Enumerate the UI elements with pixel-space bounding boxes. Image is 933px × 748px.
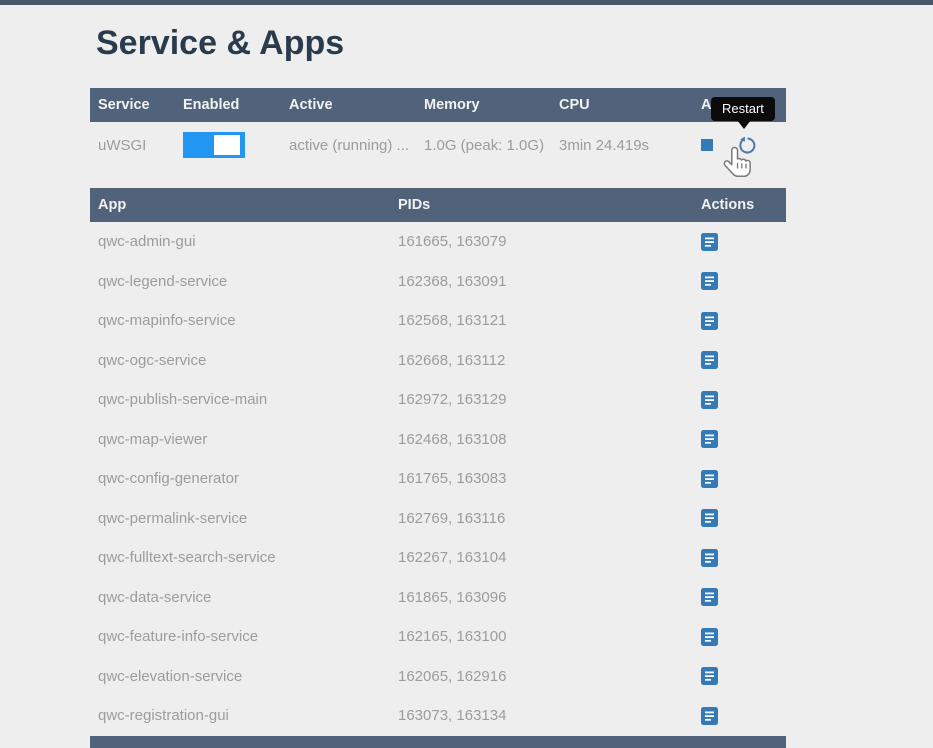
- logs-icon[interactable]: [701, 430, 718, 448]
- logs-icon[interactable]: [701, 272, 718, 290]
- pids-value: 162165, 163100: [398, 628, 694, 645]
- col-header-cpu: CPU: [559, 97, 694, 113]
- app-actions-cell: [694, 588, 786, 606]
- pids-value: 161865, 163096: [398, 589, 694, 606]
- app-name: qwc-registration-gui: [90, 707, 398, 724]
- app-name: qwc-map-viewer: [90, 431, 398, 448]
- pids-value: 162668, 163112: [398, 352, 694, 369]
- cursor-pointer: [723, 144, 754, 184]
- service-table-header: Service Enabled Active Memory CPU Action…: [90, 88, 786, 122]
- app-name: qwc-publish-service-main: [90, 391, 398, 408]
- app-name: qwc-data-service: [90, 589, 398, 606]
- pids-value: 162568, 163121: [398, 312, 694, 329]
- app-name: qwc-fulltext-search-service: [90, 549, 398, 566]
- pids-value: 162065, 162916: [398, 668, 694, 685]
- stop-icon[interactable]: [701, 139, 713, 151]
- pids-value: 161665, 163079: [398, 233, 694, 250]
- next-table-header-partial: [90, 736, 786, 748]
- service-row-uwsgi: uWSGI active (running) ... 1.0G (peak: 1…: [90, 122, 786, 168]
- app-name: qwc-legend-service: [90, 273, 398, 290]
- memory-value: 1.0G (peak: 1.0G): [424, 137, 559, 154]
- app-actions-cell: [694, 509, 786, 527]
- pids-value: 163073, 163134: [398, 707, 694, 724]
- page-title: Service & Apps: [96, 23, 933, 63]
- app-actions-cell: [694, 707, 786, 725]
- app-actions-cell: [694, 391, 786, 409]
- tooltip-restart: Restart: [711, 97, 775, 121]
- app-name: qwc-admin-gui: [90, 233, 398, 250]
- col-header-app-actions: Actions: [694, 197, 786, 213]
- table-row: qwc-config-generator 161765, 163083: [90, 459, 786, 499]
- logs-icon[interactable]: [701, 588, 718, 606]
- cpu-value: 3min 24.419s: [559, 137, 694, 154]
- logs-icon[interactable]: [701, 667, 718, 685]
- app-actions-cell: [694, 272, 786, 290]
- pids-value: 162972, 163129: [398, 391, 694, 408]
- app-table-header: App PIDs Actions: [90, 188, 786, 222]
- col-header-pids: PIDs: [398, 197, 694, 213]
- logs-icon[interactable]: [701, 233, 718, 251]
- logs-icon[interactable]: [701, 351, 718, 369]
- content-area: Service Enabled Active Memory CPU Action…: [90, 88, 786, 748]
- app-name: qwc-ogc-service: [90, 352, 398, 369]
- table-row: qwc-publish-service-main 162972, 163129: [90, 380, 786, 420]
- top-accent-bar: [0, 0, 933, 5]
- logs-icon[interactable]: [701, 312, 718, 330]
- app-actions-cell: [694, 549, 786, 567]
- enabled-toggle[interactable]: [183, 132, 245, 158]
- table-row: qwc-admin-gui 161665, 163079: [90, 222, 786, 262]
- table-row: qwc-data-service 161865, 163096: [90, 578, 786, 618]
- table-row: qwc-map-viewer 162468, 163108: [90, 420, 786, 460]
- app-actions-cell: [694, 233, 786, 251]
- app-actions-cell: [694, 667, 786, 685]
- logs-icon[interactable]: [701, 707, 718, 725]
- app-table: App PIDs Actions qwc-admin-gui 161665, 1…: [90, 188, 786, 748]
- app-name: qwc-mapinfo-service: [90, 312, 398, 329]
- app-actions-cell: [694, 430, 786, 448]
- toggle-knob: [214, 135, 240, 155]
- app-name: qwc-elevation-service: [90, 668, 398, 685]
- pids-value: 162468, 163108: [398, 431, 694, 448]
- logs-icon[interactable]: [701, 391, 718, 409]
- app-actions-cell: [694, 351, 786, 369]
- app-table-body: qwc-admin-gui 161665, 163079 qwc-legend-…: [90, 222, 786, 736]
- table-row: qwc-ogc-service 162668, 163112: [90, 341, 786, 381]
- service-name: uWSGI: [90, 137, 183, 154]
- col-header-enabled: Enabled: [183, 97, 289, 113]
- pids-value: 162769, 163116: [398, 510, 694, 527]
- table-row: qwc-fulltext-search-service 162267, 1631…: [90, 538, 786, 578]
- app-name: qwc-config-generator: [90, 470, 398, 487]
- app-actions-cell: [694, 628, 786, 646]
- app-actions-cell: [694, 312, 786, 330]
- col-header-service: Service: [90, 97, 183, 113]
- col-header-active: Active: [289, 97, 424, 113]
- logs-icon[interactable]: [701, 549, 718, 567]
- col-header-memory: Memory: [424, 97, 559, 113]
- logs-icon[interactable]: [701, 470, 718, 488]
- enabled-cell: [183, 132, 289, 158]
- table-row: qwc-permalink-service 162769, 163116: [90, 499, 786, 539]
- table-row: qwc-elevation-service 162065, 162916: [90, 657, 786, 697]
- pids-value: 162267, 163104: [398, 549, 694, 566]
- table-row: qwc-mapinfo-service 162568, 163121: [90, 301, 786, 341]
- table-row: qwc-registration-gui 163073, 163134: [90, 696, 786, 736]
- service-table: Service Enabled Active Memory CPU Action…: [90, 88, 786, 168]
- pids-value: 162368, 163091: [398, 273, 694, 290]
- table-row: qwc-legend-service 162368, 163091: [90, 262, 786, 302]
- app-actions-cell: [694, 470, 786, 488]
- app-name: qwc-permalink-service: [90, 510, 398, 527]
- table-row: qwc-feature-info-service 162165, 163100: [90, 617, 786, 657]
- active-status: active (running) ...: [289, 137, 424, 154]
- col-header-app: App: [90, 197, 398, 213]
- logs-icon[interactable]: [701, 628, 718, 646]
- tooltip-arrow: [737, 120, 751, 129]
- pids-value: 161765, 163083: [398, 470, 694, 487]
- logs-icon[interactable]: [701, 509, 718, 527]
- app-name: qwc-feature-info-service: [90, 628, 398, 645]
